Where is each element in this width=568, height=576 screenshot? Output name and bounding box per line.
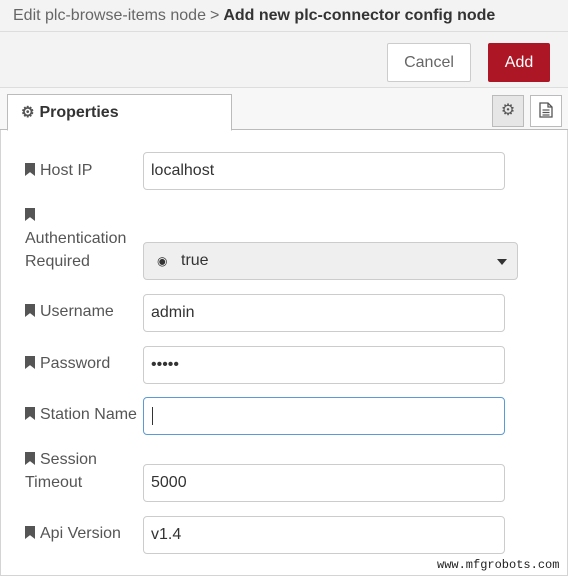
bookmark-icon (25, 208, 35, 221)
username-label: Username (25, 300, 114, 323)
api-version-label: Api Version (25, 522, 121, 545)
username-input[interactable]: admin (143, 294, 505, 332)
node-settings-tab-button[interactable]: ⚙ (492, 95, 524, 127)
password-label: Password (25, 352, 110, 375)
gear-icon: ⚙ (21, 104, 35, 121)
boolean-icon: ◉ (157, 254, 168, 268)
description-tab-button[interactable] (530, 95, 562, 127)
bookmark-icon (25, 356, 35, 369)
host-ip-input[interactable]: localhost (143, 152, 505, 190)
gear-icon: ⚙ (500, 102, 516, 119)
bookmark-icon (25, 163, 35, 176)
bookmark-icon (25, 304, 35, 317)
tab-properties[interactable]: ⚙ Properties (7, 94, 232, 131)
document-icon (539, 102, 553, 118)
breadcrumb-separator: > (209, 7, 220, 24)
session-timeout-input[interactable]: 5000 (143, 464, 505, 502)
watermark: www.mfgrobots.com (437, 558, 560, 572)
button-bar: Cancel Add (0, 32, 568, 88)
auth-required-label: Authentication Required (25, 204, 126, 273)
breadcrumb-parent[interactable]: Edit plc-browse-items node (13, 7, 206, 24)
station-name-label: Station Name (25, 403, 137, 426)
add-button[interactable]: Add (488, 43, 550, 82)
bookmark-icon (25, 407, 35, 420)
password-input[interactable]: ••••• (143, 346, 505, 384)
cancel-button[interactable]: Cancel (387, 43, 471, 82)
text-caret (152, 406, 153, 425)
bookmark-icon (25, 452, 35, 465)
session-timeout-label: Session Timeout (25, 451, 97, 491)
tab-properties-label: Properties (39, 104, 119, 121)
auth-required-select[interactable]: ◉ true (143, 242, 518, 280)
bookmark-icon (25, 526, 35, 539)
chevron-down-icon (497, 259, 507, 265)
tab-bar: ⚙ Properties ⚙ (0, 88, 568, 131)
breadcrumb-current: Add new plc-connector config node (223, 7, 496, 24)
auth-required-value: true (181, 252, 209, 269)
host-ip-label: Host IP (25, 159, 92, 182)
api-version-input[interactable]: v1.4 (143, 516, 505, 554)
dialog-title-bar: Edit plc-browse-items node > Add new plc-c… (0, 0, 568, 32)
station-name-input[interactable] (143, 397, 505, 435)
